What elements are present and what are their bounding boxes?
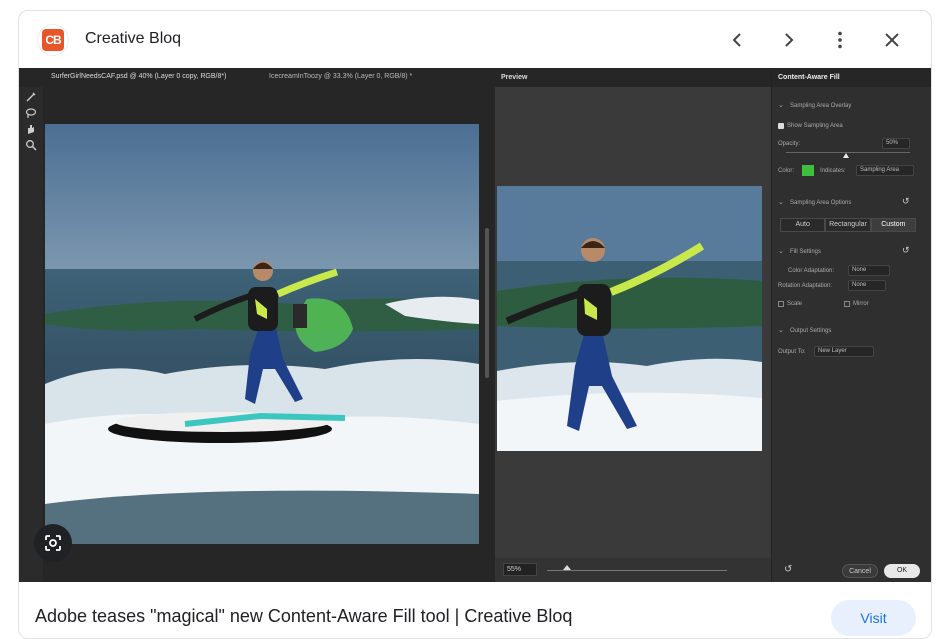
ok-button[interactable]: OK [884, 564, 920, 578]
section-sampling-options[interactable]: Sampling Area Options [790, 200, 851, 206]
reset-all-icon[interactable]: ↺ [784, 564, 792, 575]
zoom-slider-track[interactable] [547, 570, 727, 571]
image-caption-link[interactable]: Adobe teases "magical" new Content-Aware… [35, 606, 572, 627]
output-to-label: Output To: [778, 349, 806, 355]
preview-image[interactable]: SurferGirlNeedsCAF.psd @ 40% (Layer 0 co… [19, 68, 931, 582]
site-name[interactable]: Creative Bloq [85, 30, 181, 48]
scale-label: Scale [787, 301, 803, 307]
google-lens-button[interactable] [34, 524, 72, 562]
section-sampling-overlay[interactable]: Sampling Area Overlay [790, 103, 851, 109]
zoom-tool-icon [26, 140, 37, 151]
tools-panel [19, 87, 43, 582]
canvas-scrollbar[interactable] [485, 228, 489, 378]
output-to-select[interactable]: New Layer [814, 346, 874, 357]
mirror-label: Mirror [853, 301, 869, 307]
chevron-down-icon[interactable]: ⌄ [778, 198, 784, 206]
opacity-label: Opacity: [778, 141, 801, 147]
show-sampling-label: Show Sampling Area [787, 123, 843, 129]
document-tabs: SurferGirlNeedsCAF.psd @ 40% (Layer 0 co… [19, 68, 495, 87]
opacity-field[interactable]: 50% [882, 138, 910, 149]
color-adaptation-select[interactable]: None [848, 265, 890, 276]
brush-tool-icon [26, 92, 36, 102]
sampling-mode-selector: Auto Rectangular Custom [780, 218, 916, 232]
previous-button[interactable] [724, 27, 750, 53]
preview-panel-header: Preview [495, 68, 771, 87]
surfer-photo-preview [497, 186, 762, 451]
color-adaptation-label: Color Adaptation: [788, 268, 835, 274]
indicates-select[interactable]: Sampling Area [856, 165, 914, 176]
mirror-checkbox[interactable] [844, 301, 850, 307]
site-logo[interactable]: CB [38, 25, 68, 55]
content-aware-fill-panel: Content-Aware Fill ⌄ Sampling Area Overl… [771, 68, 931, 582]
lens-icon [45, 535, 61, 551]
more-options-button[interactable] [827, 27, 853, 53]
indicates-label: Indicates: [820, 168, 846, 174]
color-label: Color: [778, 168, 795, 174]
show-sampling-checkbox[interactable] [778, 123, 784, 129]
lasso-tool-icon [25, 108, 37, 118]
surfer-photo-main [45, 124, 479, 544]
next-button[interactable] [776, 27, 802, 53]
rotation-adaptation-label: Rotation Adaptation: [778, 283, 833, 289]
close-icon [885, 33, 899, 47]
section-output-settings[interactable]: Output Settings [790, 328, 831, 334]
chevron-down-icon[interactable]: ⌄ [778, 247, 784, 255]
preview-title: Preview [501, 74, 528, 81]
preview-header: CB Creative Bloq [19, 11, 931, 69]
mode-custom-button[interactable]: Custom [870, 218, 916, 232]
section-fill-settings[interactable]: Fill Settings [790, 249, 821, 255]
opacity-slider-knob[interactable] [843, 153, 849, 158]
caf-panel-header: Content-Aware Fill [772, 68, 931, 87]
document-tab-active: SurferGirlNeedsCAF.psd @ 40% (Layer 0 co… [51, 73, 227, 80]
hand-tool-icon [28, 125, 34, 134]
document-tab: IcecreamInToozy @ 33.3% (Layer 0, RGB/8)… [269, 73, 413, 80]
reset-icon[interactable]: ↺ [902, 196, 910, 207]
chevron-down-icon[interactable]: ⌄ [778, 101, 784, 109]
chevron-left-icon [732, 33, 741, 47]
visit-button[interactable]: Visit [831, 600, 916, 636]
mode-auto-button[interactable]: Auto [780, 218, 826, 232]
caf-panel-title: Content-Aware Fill [778, 74, 840, 81]
preview-zoom-bar: 55% [495, 558, 771, 582]
overlay-color-swatch[interactable] [802, 165, 814, 176]
cancel-button[interactable]: Cancel [842, 564, 878, 578]
close-button[interactable] [879, 27, 905, 53]
mode-rectangular-button[interactable]: Rectangular [825, 218, 871, 232]
chevron-right-icon [785, 33, 794, 47]
rotation-adaptation-select[interactable]: None [848, 280, 886, 291]
zoom-slider-knob[interactable] [563, 565, 571, 570]
reset-icon[interactable]: ↺ [902, 245, 910, 256]
scale-checkbox[interactable] [778, 301, 784, 307]
chevron-down-icon[interactable]: ⌄ [778, 326, 784, 334]
zoom-value-field[interactable]: 55% [503, 563, 537, 576]
more-vert-icon [838, 31, 842, 49]
logo-text: CB [42, 29, 64, 51]
image-preview-card: CB Creative Bloq SurferGirlNeedsCAF.psd … [18, 10, 932, 639]
